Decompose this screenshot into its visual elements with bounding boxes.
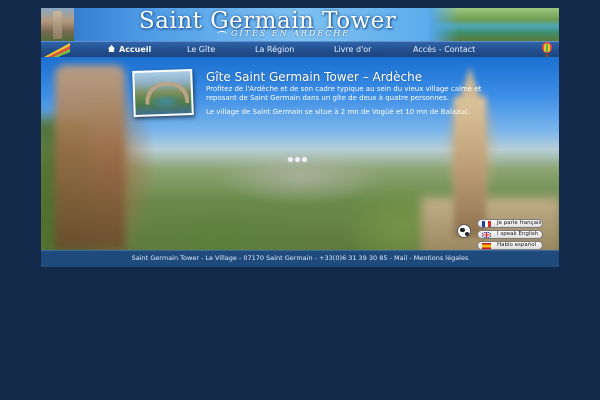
main-nav: Accueil Le Gîte La Région Livre d'or Acc… [41,41,559,58]
globe-icon [457,224,471,238]
hero-thumbnail[interactable] [132,68,194,118]
slider-dot[interactable] [301,156,308,163]
slider-dot[interactable] [287,156,294,163]
lang-en-label: I speak English [497,231,539,237]
slider-dots [287,148,308,163]
flag-uk-icon [482,232,491,238]
nav-accueil-label: Accueil [119,45,152,54]
lang-fr-button[interactable]: Je parle français [477,219,543,228]
hero-description: Profitez de l'Ardèche et de son cadre ty… [206,85,482,102]
page-container: Saint Germain Tower GÎTES EN ARDÈCHE Acc… [41,8,559,267]
nav-la-region[interactable]: La Région [255,44,294,55]
tower-photo [41,8,74,41]
hero-tower-right [454,67,486,237]
river-photo [429,8,559,41]
nav-livre-dor[interactable]: Livre d'or [334,44,371,55]
nav-le-gite[interactable]: Le Gîte [187,44,215,55]
hero-banner: Gîte Saint Germain Tower – Ardèche Profi… [41,57,559,250]
nav-acces-contact[interactable]: Accès - Contact [413,44,475,55]
nav-accueil[interactable]: Accueil [108,44,152,55]
site-header: Saint Germain Tower GÎTES EN ARDÈCHE [41,8,559,41]
flag-es-icon [482,243,491,249]
site-footer: Saint Germain Tower - Le Village - 07170… [41,250,559,267]
footer-text[interactable]: Saint Germain Tower - Le Village - 07170… [41,254,559,262]
pont-arc-photo [134,71,192,115]
hot-air-balloon-icon [542,42,552,57]
hero-title: Gîte Saint Germain Tower – Ardèche [206,70,423,84]
hero-location-text: Le village de Saint Germain se situe à 2… [206,108,471,116]
flag-fr-icon [482,221,491,227]
lang-es-label: Hablo español [497,242,537,248]
lang-en-button[interactable]: I speak English [477,230,543,239]
lang-es-button[interactable]: Hablo español [477,241,543,250]
slider-dot[interactable] [294,156,301,163]
home-icon [108,45,115,52]
lang-fr-label: Je parle français [497,220,542,226]
hero-tower-left [55,65,125,250]
site-subtitle: GÎTES EN ARDÈCHE [216,29,351,38]
rainbow-logo-icon [44,43,70,57]
